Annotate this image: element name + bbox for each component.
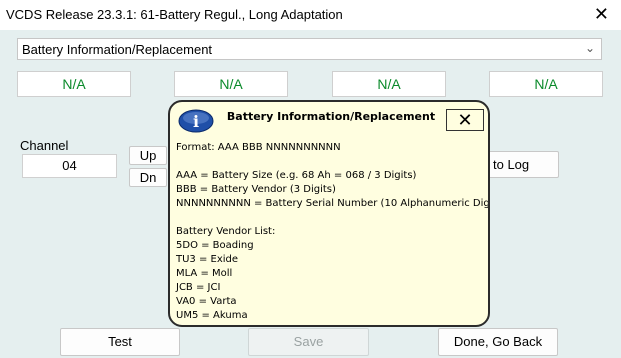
popup-line: MLA = Moll [176, 268, 233, 279]
title-bar: VCDS Release 23.3.1: 61-Battery Regul., … [0, 0, 621, 30]
popup-close-button[interactable]: ✕ [446, 109, 484, 131]
value-field-1: N/A [17, 71, 131, 97]
value-field-3: N/A [332, 71, 446, 97]
test-button[interactable]: Test [60, 328, 180, 356]
channel-down-button[interactable]: Dn [129, 168, 167, 187]
channel-label: Channel [20, 138, 69, 153]
popup-line: 5DO = Boading [176, 240, 254, 251]
value-field-4: N/A [489, 71, 603, 97]
popup-line: AAA = Battery Size (e.g. 68 Ah = 068 / 3… [176, 170, 417, 181]
popup-line: JCB = JCI [176, 282, 221, 293]
value-field-2: N/A [174, 71, 288, 97]
popup-line: Battery Vendor List: [176, 226, 276, 237]
window-title: VCDS Release 23.3.1: 61-Battery Regul., … [6, 7, 343, 22]
done-go-back-button[interactable]: Done, Go Back [438, 328, 558, 356]
chevron-down-icon: ⌄ [584, 41, 595, 55]
adaptation-dropdown[interactable]: Battery Information/Replacement ⌄ [17, 38, 602, 60]
popup-line: NNNNNNNNNN = Battery Serial Number (10 A… [176, 198, 490, 209]
popup-line: UM5 = Akuma [176, 310, 248, 321]
channel-up-button[interactable]: Up [129, 146, 167, 165]
close-icon: ✕ [457, 110, 473, 130]
save-button: Save [248, 328, 369, 356]
info-popup: i Battery Information/Replacement ✕ Form… [168, 100, 490, 327]
window-close-icon[interactable]: ✕ [594, 3, 609, 25]
dropdown-selected-value: Battery Information/Replacement [22, 42, 213, 57]
popup-line: BBB = Battery Vendor (3 Digits) [176, 184, 336, 195]
popup-line: TU3 = Exide [176, 254, 239, 265]
popup-line: VA0 = Varta [176, 296, 237, 307]
popup-line: Format: AAA BBB NNNNNNNNNN [176, 142, 341, 153]
channel-input[interactable]: 04 [22, 154, 117, 178]
popup-title: Battery Information/Replacement [226, 110, 436, 123]
